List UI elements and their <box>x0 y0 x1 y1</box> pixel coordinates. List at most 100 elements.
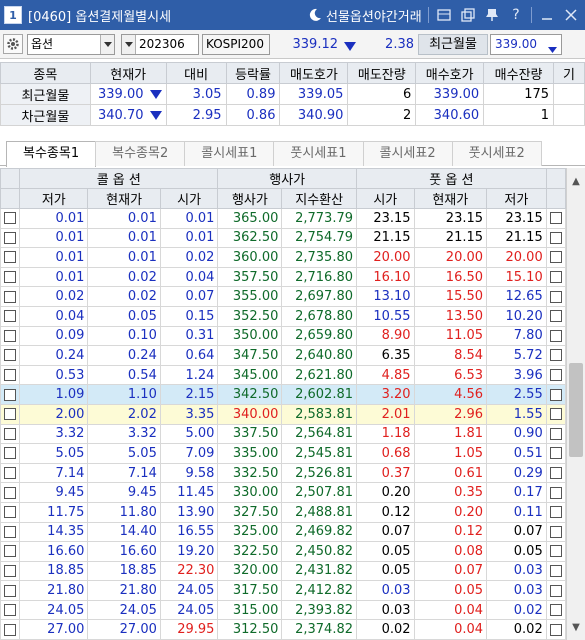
table-row[interactable]: 0.53 0.54 1.24 345.00 2,621.80 4.85 6.53 3.96 <box>0 364 566 386</box>
table-row[interactable]: 0.01 0.01 0.01 362.50 2,754.79 21.15 21.15 21.1… <box>0 227 566 249</box>
call-checkbox[interactable] <box>4 486 17 499</box>
minimize-icon[interactable] <box>536 4 558 26</box>
table-row[interactable]: 5.05 5.05 7.09 335.00 2,545.81 0.68 1.05 0.51 <box>0 443 566 464</box>
call-checkbox-cell <box>0 208 21 229</box>
table-row[interactable]: 0.09 0.10 0.31 350.00 2,659.80 8.90 11.05 7.80 <box>0 325 566 347</box>
scroll-thumb[interactable] <box>569 363 583 457</box>
put-checkbox[interactable] <box>549 447 562 460</box>
tab-call-table-1[interactable]: 콜시세표1 <box>184 141 275 166</box>
put-checkbox[interactable] <box>549 506 562 519</box>
put-checkbox[interactable] <box>549 251 562 264</box>
call-price-cell: 7.14 <box>87 462 161 484</box>
copy-icon[interactable] <box>457 4 479 26</box>
call-checkbox[interactable] <box>4 623 17 636</box>
put-checkbox[interactable] <box>549 467 562 480</box>
put-checkbox[interactable] <box>549 545 562 558</box>
month-value-select[interactable]: 339.00 <box>490 34 562 55</box>
call-open-cell: 0.31 <box>159 325 219 347</box>
product-select[interactable]: 옵션 <box>27 34 115 55</box>
call-checkbox[interactable] <box>4 251 17 264</box>
tab-multi-2[interactable]: 복수종목2 <box>95 141 186 166</box>
call-checkbox[interactable] <box>4 427 17 440</box>
call-low-cell: 3.32 <box>19 423 89 445</box>
put-checkbox[interactable] <box>549 329 562 342</box>
table-row[interactable]: 24.05 24.05 24.05 315.00 2,393.82 0.03 0.04 0.0… <box>0 599 566 621</box>
call-checkbox[interactable] <box>4 290 17 303</box>
call-checkbox[interactable] <box>4 369 17 382</box>
put-checkbox[interactable] <box>549 564 562 577</box>
table-row[interactable]: 7.14 7.14 9.58 332.50 2,526.81 0.37 0.61 0.29 <box>0 462 566 484</box>
month-select[interactable]: 202306 <box>121 34 199 55</box>
tab-multi-1[interactable]: 복수종목1 <box>6 141 97 167</box>
call-low-cell: 16.60 <box>19 541 89 562</box>
tab-put-table-1[interactable]: 풋시세표1 <box>273 141 364 166</box>
scroll-up-icon[interactable]: ▲ <box>567 172 585 190</box>
table-row[interactable]: 27.00 27.00 29.95 312.50 2,374.82 0.02 0.04 0.0… <box>0 619 566 640</box>
call-checkbox[interactable] <box>4 604 17 617</box>
table-row[interactable]: 0.24 0.24 0.64 347.50 2,640.80 6.35 8.54 5.72 <box>0 345 566 366</box>
chevron-down-icon[interactable] <box>548 41 557 60</box>
put-checkbox[interactable] <box>549 486 562 499</box>
close-icon[interactable] <box>560 4 582 26</box>
call-checkbox[interactable] <box>4 564 17 577</box>
put-checkbox[interactable] <box>549 388 562 401</box>
help-icon[interactable]: ? <box>505 4 527 26</box>
put-checkbox[interactable] <box>549 290 562 303</box>
table-row[interactable]: 16.60 16.60 19.20 322.50 2,450.82 0.05 0.08 0.0… <box>0 541 566 562</box>
table-row[interactable]: 0.04 0.05 0.15 352.50 2,678.80 10.55 13.50 10.2… <box>0 305 566 327</box>
call-checkbox[interactable] <box>4 467 17 480</box>
call-checkbox[interactable] <box>4 388 17 401</box>
pin-icon[interactable] <box>481 4 503 26</box>
table-row[interactable]: 0.01 0.01 0.01 365.00 2,773.79 23.15 23.15 23.1… <box>0 208 566 229</box>
call-checkbox[interactable] <box>4 447 17 460</box>
put-low-cell: 2.55 <box>486 384 547 405</box>
tab-put-table-2[interactable]: 풋시세표2 <box>451 141 542 166</box>
layout-icon[interactable] <box>433 4 455 26</box>
summary-row-near-month[interactable]: 최근월물 339.00 3.05 0.89 339.05 6 339.00 17… <box>0 83 585 105</box>
table-row[interactable]: 11.75 11.80 13.90 327.50 2,488.81 0.12 0.20 0.1… <box>0 501 566 523</box>
put-checkbox[interactable] <box>549 310 562 323</box>
vertical-scrollbar[interactable]: ▲ ▼ <box>566 168 585 640</box>
call-checkbox[interactable] <box>4 310 17 323</box>
table-row[interactable]: 21.80 21.80 24.05 317.50 2,412.82 0.03 0.05 0.0… <box>0 580 566 601</box>
table-row[interactable]: 2.00 2.02 3.35 340.00 2,583.81 2.01 2.96 1.55 <box>0 403 566 425</box>
settings-button[interactable] <box>3 34 23 54</box>
call-checkbox[interactable] <box>4 329 17 342</box>
call-checkbox[interactable] <box>4 408 17 421</box>
put-checkbox[interactable] <box>549 212 562 225</box>
put-checkbox[interactable] <box>549 271 562 284</box>
put-checkbox[interactable] <box>549 408 562 421</box>
chevron-down-icon[interactable] <box>100 35 114 54</box>
table-row[interactable]: 3.32 3.32 5.00 337.50 2,564.81 1.18 1.81 0.90 <box>0 423 566 445</box>
put-checkbox[interactable] <box>549 427 562 440</box>
call-checkbox[interactable] <box>4 545 17 558</box>
put-checkbox[interactable] <box>549 604 562 617</box>
put-checkbox[interactable] <box>549 231 562 244</box>
call-checkbox[interactable] <box>4 231 17 244</box>
put-checkbox[interactable] <box>549 525 562 538</box>
night-trading-link[interactable]: 선물옵션야간거래 <box>308 0 422 30</box>
window-number-badge[interactable]: 1 <box>4 6 22 24</box>
table-row[interactable]: 0.01 0.02 0.04 357.50 2,716.80 16.10 16.50 15.1… <box>0 266 566 288</box>
scroll-down-icon[interactable]: ▼ <box>567 618 585 636</box>
tab-call-table-2[interactable]: 콜시세표2 <box>362 141 453 166</box>
put-checkbox[interactable] <box>549 349 562 362</box>
call-checkbox[interactable] <box>4 525 17 538</box>
call-checkbox[interactable] <box>4 506 17 519</box>
table-row[interactable]: 1.09 1.10 2.15 342.50 2,602.81 3.20 4.56 2.55 <box>0 384 566 405</box>
table-row[interactable]: 9.45 9.45 11.45 330.00 2,507.81 0.20 0.35 0.17 <box>0 482 566 503</box>
summary-row-next-month[interactable]: 차근월물 340.70 2.95 0.86 340.90 2 340.60 1 <box>0 104 585 126</box>
call-checkbox[interactable] <box>4 271 17 284</box>
table-row[interactable]: 14.35 14.40 16.55 325.00 2,469.82 0.07 0.12 0.0… <box>0 521 566 543</box>
call-checkbox[interactable] <box>4 584 17 597</box>
put-checkbox[interactable] <box>549 623 562 636</box>
table-row[interactable]: 0.02 0.02 0.07 355.00 2,697.80 13.10 15.50 12.6… <box>0 286 566 307</box>
put-low-cell: 20.00 <box>486 247 547 268</box>
chevron-down-icon[interactable] <box>122 35 136 54</box>
put-checkbox[interactable] <box>549 369 562 382</box>
table-row[interactable]: 0.01 0.01 0.02 360.00 2,735.80 20.00 20.00 20.0… <box>0 247 566 268</box>
call-checkbox[interactable] <box>4 212 17 225</box>
table-row[interactable]: 18.85 18.85 22.30 320.00 2,431.82 0.05 0.07 0.0… <box>0 560 566 582</box>
put-checkbox[interactable] <box>549 584 562 597</box>
call-checkbox[interactable] <box>4 349 17 362</box>
